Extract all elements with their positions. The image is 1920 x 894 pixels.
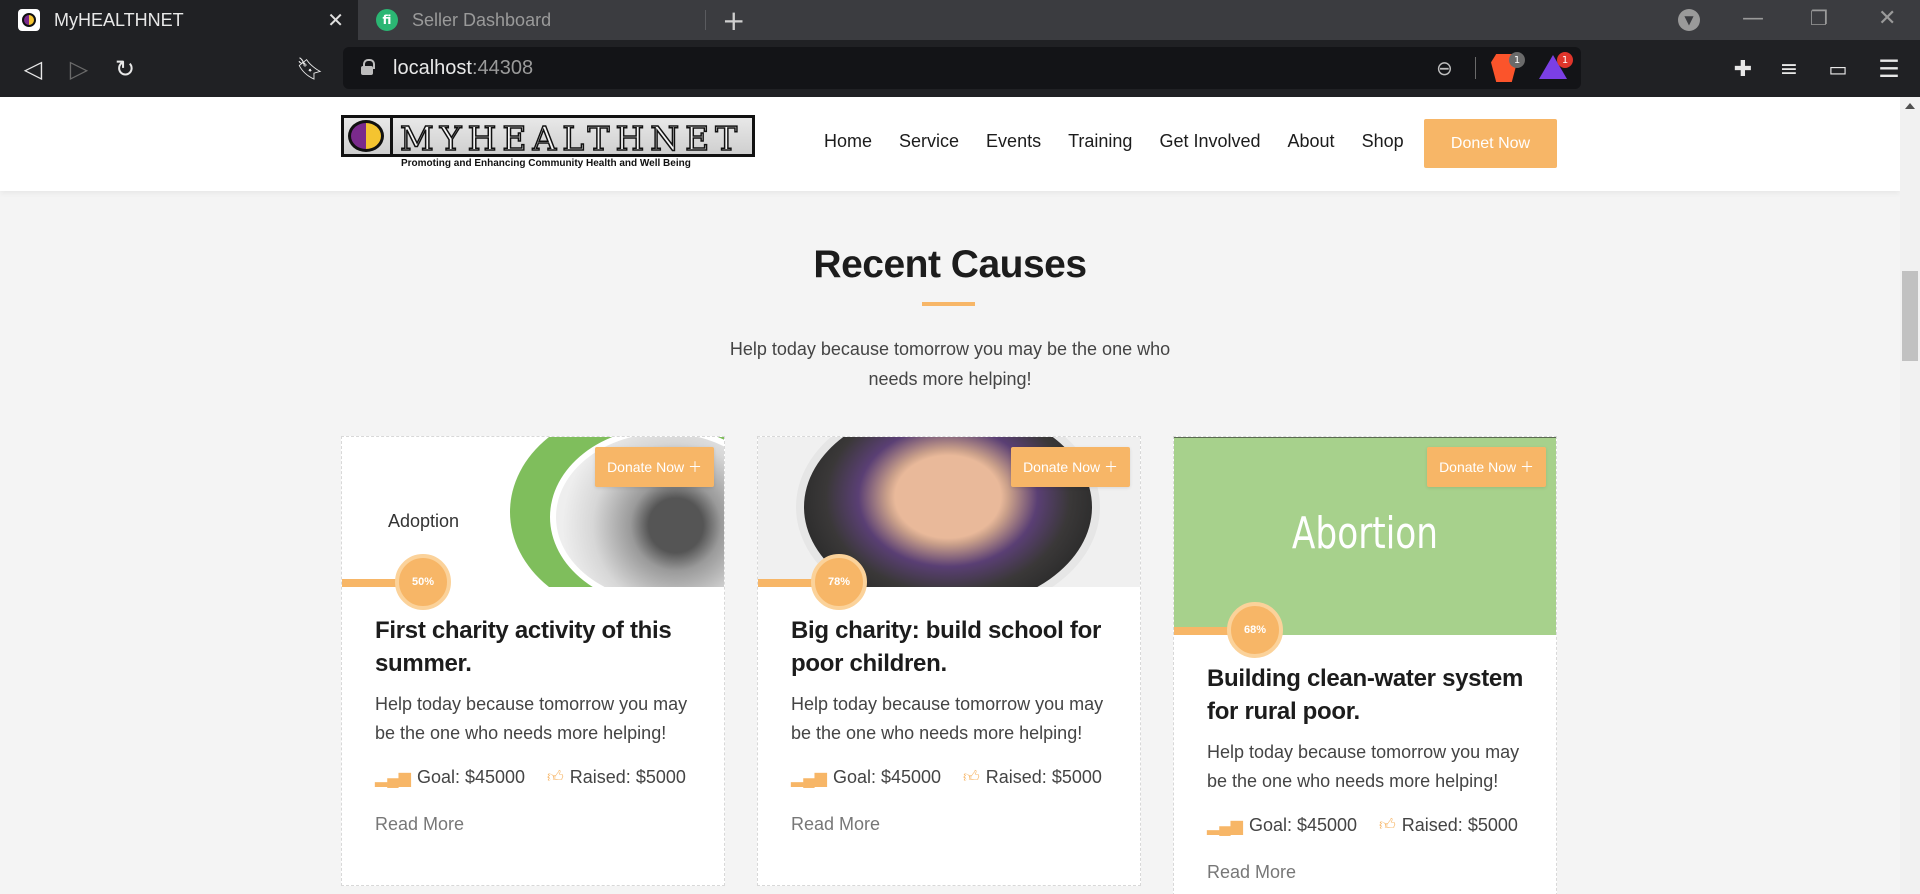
card-donate-button[interactable]: Donate Now ＋ [1011, 447, 1130, 487]
tab-title: Seller Dashboard [412, 9, 552, 30]
nav-service[interactable]: Service [899, 131, 959, 152]
url-text[interactable]: localhost:44308 [393, 57, 533, 80]
url-host: localhost [393, 57, 472, 79]
read-more-link[interactable]: Read More [375, 814, 464, 835]
extensions-puzzle-icon[interactable]: ✚ [1728, 54, 1758, 84]
browser-tab-bar: MyHEALTHNET ✕ fi Seller Dashboard + ▼ — … [0, 0, 1920, 40]
card-donate-button[interactable]: Donate Now ＋ [595, 447, 714, 487]
title-underline [922, 302, 975, 306]
tab-separator [705, 10, 706, 30]
goal-text: Goal: $45000 [1248, 815, 1358, 835]
restore-icon[interactable]: ❐ [1810, 6, 1828, 30]
goal-text: Goal: $45000 [416, 767, 526, 787]
cause-card: Adoption Donate Now ＋ 50% First charity … [341, 436, 725, 886]
bookmark-icon[interactable]: 🔖︎ [295, 54, 325, 84]
nav-events[interactable]: Events [986, 131, 1041, 152]
nav-shop[interactable]: Shop [1362, 131, 1404, 152]
tab-seller-dashboard[interactable]: fi Seller Dashboard [358, 0, 706, 40]
logo-text: MYHEALTHNET [399, 118, 744, 159]
goal-text: Goal: $45000 [832, 767, 942, 787]
bar-chart-icon: ▂▄▆ [791, 769, 827, 787]
raised-text: Raised: $5000 [985, 767, 1102, 787]
cause-stats: ▂▄▆ Goal: $45000 👍︎ Raised: $5000 [1207, 815, 1518, 836]
wallet-icon[interactable]: ▭ [1823, 54, 1853, 84]
progress-percent-badge: 50% [395, 554, 451, 610]
page-viewport: MYHEALTHNET Promoting and Enhancing Comm… [0, 97, 1900, 894]
logo-emblem-icon [348, 120, 384, 152]
new-tab-plus-icon[interactable]: + [722, 4, 745, 37]
page-scrollbar[interactable] [1900, 97, 1920, 894]
read-more-link[interactable]: Read More [1207, 862, 1296, 883]
cause-title[interactable]: Big charity: build school for poor child… [791, 614, 1121, 680]
nav-get-involved[interactable]: Get Involved [1159, 131, 1260, 152]
url-port: :44308 [471, 57, 534, 79]
card-donate-button[interactable]: Donate Now ＋ [1427, 447, 1546, 487]
image-caption: Abortion [1291, 508, 1439, 559]
menu-icon[interactable]: ☰ [1874, 54, 1904, 84]
site-logo[interactable]: MYHEALTHNET Promoting and Enhancing Comm… [341, 115, 755, 173]
nav-home[interactable]: Home [824, 131, 872, 152]
myhealthnet-favicon-icon [18, 9, 40, 31]
back-icon[interactable]: ◁ [18, 54, 48, 84]
thumbs-up-icon: 👍︎ [547, 769, 564, 786]
progress-percent-badge: 68% [1227, 602, 1283, 658]
logo-divider [390, 118, 393, 154]
bar-chart-icon: ▂▄▆ [1207, 817, 1243, 835]
scroll-thumb[interactable] [1902, 271, 1918, 361]
tab-myhealthnet[interactable]: MyHEALTHNET ✕ [0, 0, 358, 40]
logo-banner: MYHEALTHNET [341, 115, 755, 159]
cause-description: Help today because tomorrow you may be t… [375, 694, 688, 743]
cause-title[interactable]: First charity activity of this summer. [375, 614, 705, 680]
forward-icon[interactable]: ▷ [64, 54, 94, 84]
zoom-out-icon[interactable]: ⊖ [1436, 56, 1453, 80]
header-donate-button[interactable]: Donet Now [1424, 119, 1557, 168]
window-close-icon[interactable]: ✕ [1878, 6, 1896, 31]
bar-chart-icon: ▂▄▆ [375, 769, 411, 787]
nav-about[interactable]: About [1288, 131, 1335, 152]
url-divider [1475, 57, 1476, 79]
cause-description: Help today because tomorrow you may be t… [791, 694, 1104, 743]
playlist-icon[interactable]: ≡ [1774, 54, 1804, 84]
read-more-link[interactable]: Read More [791, 814, 880, 835]
section-subtitle: Help today because tomorrow you may be t… [729, 339, 1171, 389]
thumbs-up-icon: 👍︎ [1379, 817, 1396, 834]
reload-icon[interactable]: ↻ [110, 54, 140, 84]
minimize-icon[interactable]: — [1742, 6, 1764, 31]
address-bar[interactable]: localhost:44308 ⊖ 1 1 [343, 47, 1581, 89]
raised-text: Raised: $5000 [1401, 815, 1518, 835]
rewards-count-badge: 1 [1557, 52, 1573, 68]
cause-stats: ▂▄▆ Goal: $45000 👍︎ Raised: $5000 [375, 767, 686, 788]
image-caption: Adoption [388, 511, 460, 531]
tab-title: MyHEALTHNET [54, 9, 184, 30]
nav-training[interactable]: Training [1068, 131, 1132, 152]
section-title: Recent Causes [813, 243, 1087, 286]
tab-search-dropdown-icon[interactable]: ▼ [1678, 9, 1700, 31]
progress-percent-badge: 78% [811, 554, 867, 610]
cause-stats: ▂▄▆ Goal: $45000 👍︎ Raised: $5000 [791, 767, 1102, 788]
thumbs-up-icon: 👍︎ [963, 769, 980, 786]
cause-card: Donate Now ＋ 78% Big charity: build scho… [757, 436, 1141, 886]
cause-title[interactable]: Building clean-water system for rural po… [1207, 662, 1537, 728]
logo-tagline: Promoting and Enhancing Community Health… [401, 158, 691, 169]
cause-description: Help today because tomorrow you may be t… [1207, 742, 1520, 791]
shields-count-badge: 1 [1509, 52, 1525, 68]
raised-text: Raised: $5000 [569, 767, 686, 787]
fi-favicon-icon: fi [376, 9, 398, 31]
site-header: MYHEALTHNET Promoting and Enhancing Comm… [0, 97, 1900, 191]
lock-icon [361, 59, 375, 75]
cause-card: Abortion Donate Now ＋ 68% Building clean… [1173, 436, 1557, 894]
browser-toolbar: ◁ ▷ ↻ 🔖︎ localhost:44308 ⊖ 1 1 ✚ ≡ ▭ ☰ [0, 40, 1920, 97]
close-tab-icon[interactable]: ✕ [327, 8, 344, 32]
main-nav: Home Service Events Training Get Involve… [824, 131, 1431, 152]
scroll-up-arrow-icon[interactable] [1905, 103, 1915, 109]
